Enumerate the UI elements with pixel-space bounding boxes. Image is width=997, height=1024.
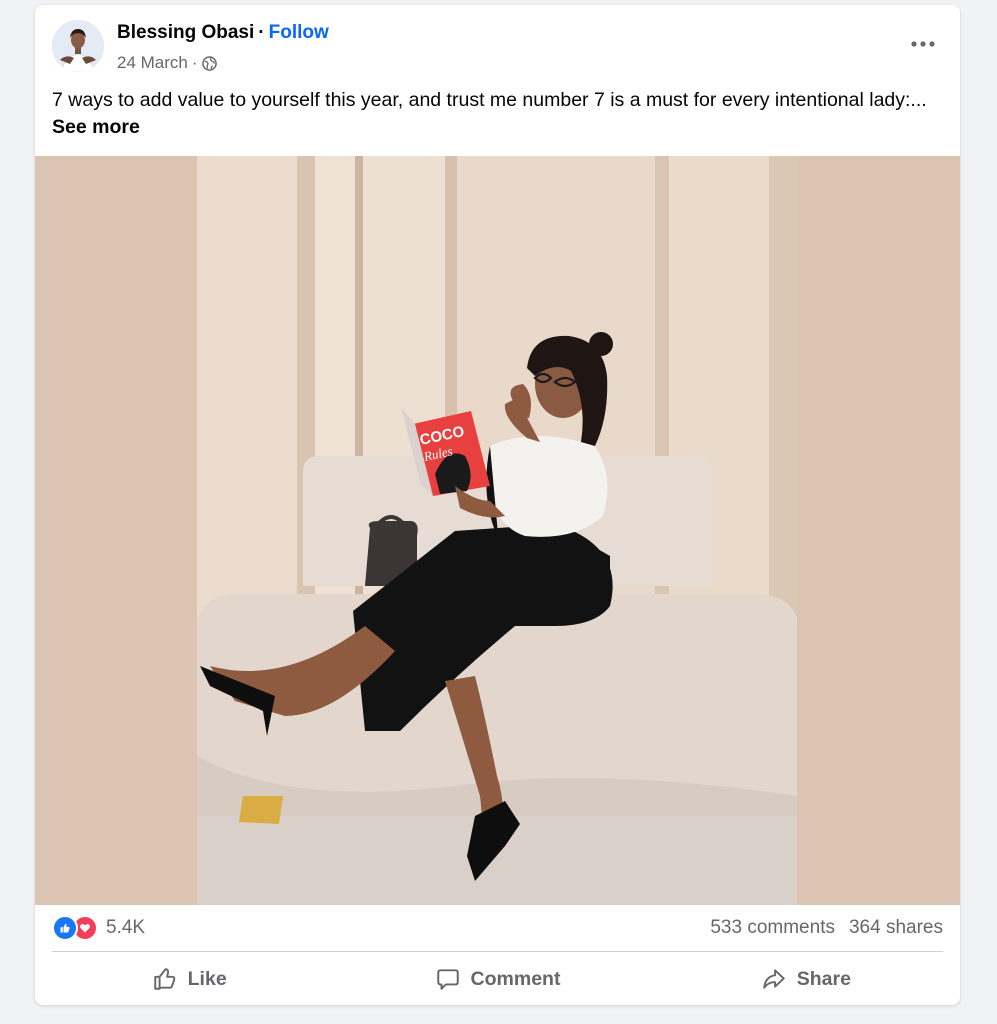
- follow-button[interactable]: Follow: [269, 22, 329, 43]
- post-photo[interactable]: COCO Rules: [35, 156, 960, 905]
- like-button[interactable]: Like: [35, 955, 343, 1003]
- comment-label: Comment: [470, 967, 561, 990]
- more-options-button[interactable]: [906, 31, 940, 57]
- shares-count[interactable]: 364 shares: [849, 917, 943, 938]
- engagement-counts: 533 comments 364 shares: [710, 917, 943, 939]
- avatar-photo-icon: [52, 20, 104, 72]
- comments-count[interactable]: 533 comments: [710, 917, 835, 938]
- post-card: Blessing Obasi · Follow 24 March · 7 ways …: [35, 5, 960, 1005]
- globe-icon[interactable]: [201, 55, 217, 71]
- reactions-count[interactable]: 5.4K: [106, 917, 145, 939]
- caption-text: 7 ways to add value to yourself this yea…: [52, 89, 927, 111]
- post-stats: 5.4K 533 comments 364 shares: [35, 905, 960, 951]
- like-reaction-icon: [52, 915, 78, 941]
- share-arrow-icon: [762, 969, 785, 989]
- post-date[interactable]: 24 March: [117, 53, 188, 73]
- post-header: Blessing Obasi · Follow 24 March ·: [35, 5, 960, 85]
- reactions-summary[interactable]: 5.4K: [52, 915, 145, 941]
- comment-bubble-icon: [436, 969, 459, 990]
- see-more-link[interactable]: See more: [52, 116, 140, 138]
- like-label: Like: [187, 967, 227, 990]
- more-options-icon: [911, 41, 935, 47]
- post-actions: Like Comment Share: [35, 955, 960, 1003]
- share-button[interactable]: Share: [652, 955, 960, 1003]
- post-image: COCO Rules: [35, 156, 960, 905]
- name-separator: ·: [258, 22, 265, 43]
- author-avatar[interactable]: [52, 20, 104, 72]
- author-name[interactable]: Blessing Obasi: [117, 22, 254, 43]
- post-caption: 7 ways to add value to yourself this yea…: [52, 87, 942, 141]
- share-label: Share: [796, 967, 851, 990]
- date-separator: ·: [191, 53, 198, 72]
- thumbs-up-icon: [153, 968, 175, 990]
- author-line: Blessing Obasi · Follow: [117, 22, 329, 44]
- comment-button[interactable]: Comment: [343, 955, 651, 1003]
- post-meta: 24 March ·: [117, 53, 217, 73]
- stats-divider: [52, 951, 943, 952]
